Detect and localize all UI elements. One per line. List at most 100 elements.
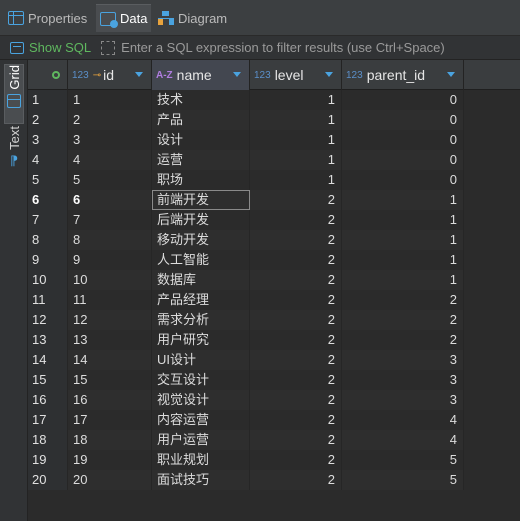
cell-parent-id[interactable]: 0 — [342, 150, 464, 170]
cell-level[interactable]: 2 — [250, 450, 342, 470]
table-row[interactable]: 11 11 产品经理 2 2 — [28, 290, 520, 310]
cell-parent-id[interactable]: 4 — [342, 430, 464, 450]
cell-level[interactable]: 2 — [250, 390, 342, 410]
cell-level[interactable]: 2 — [250, 250, 342, 270]
table-row[interactable]: 16 16 视觉设计 2 3 — [28, 390, 520, 410]
cell-parent-id[interactable]: 0 — [342, 110, 464, 130]
show-sql-button[interactable]: Show SQL — [10, 40, 91, 55]
column-header-parent-id[interactable]: 123 parent_id — [342, 60, 464, 90]
cell-name[interactable]: 后端开发 — [152, 210, 250, 230]
cell-parent-id[interactable]: 2 — [342, 330, 464, 350]
cell-name[interactable]: 产品经理 — [152, 290, 250, 310]
cell-name[interactable]: UI设计 — [152, 350, 250, 370]
sort-arrow-icon[interactable] — [233, 72, 241, 77]
cell-name[interactable]: 人工智能 — [152, 250, 250, 270]
cell-name[interactable]: 数据库 — [152, 270, 250, 290]
cell-level[interactable]: 1 — [250, 130, 342, 150]
row-number[interactable]: 8 — [28, 230, 68, 250]
row-number[interactable]: 18 — [28, 430, 68, 450]
table-row[interactable]: 9 9 人工智能 2 1 — [28, 250, 520, 270]
cell-level[interactable]: 2 — [250, 190, 342, 210]
cell-parent-id[interactable]: 1 — [342, 250, 464, 270]
cell-level[interactable]: 1 — [250, 90, 342, 110]
cell-parent-id[interactable]: 5 — [342, 470, 464, 490]
cell-id[interactable]: 12 — [68, 310, 152, 330]
table-row[interactable]: 17 17 内容运营 2 4 — [28, 410, 520, 430]
tab-data[interactable]: Data — [96, 4, 152, 32]
table-row[interactable]: 15 15 交互设计 2 3 — [28, 370, 520, 390]
cell-name[interactable]: 移动开发 — [152, 230, 250, 250]
row-number[interactable]: 12 — [28, 310, 68, 330]
cell-name[interactable]: 面试技巧 — [152, 470, 250, 490]
table-row[interactable]: 2 2 产品 1 0 — [28, 110, 520, 130]
cell-id[interactable]: 11 — [68, 290, 152, 310]
cell-id[interactable]: 13 — [68, 330, 152, 350]
row-number[interactable]: 10 — [28, 270, 68, 290]
cell-id[interactable]: 2 — [68, 110, 152, 130]
cell-name[interactable]: 设计 — [152, 130, 250, 150]
cell-parent-id[interactable]: 3 — [342, 390, 464, 410]
row-number[interactable]: 13 — [28, 330, 68, 350]
cell-id[interactable]: 10 — [68, 270, 152, 290]
cell-name[interactable]: 用户运营 — [152, 430, 250, 450]
sort-arrow-icon[interactable] — [135, 72, 143, 77]
row-number[interactable]: 4 — [28, 150, 68, 170]
cell-level[interactable]: 1 — [250, 170, 342, 190]
row-number[interactable]: 7 — [28, 210, 68, 230]
cell-id[interactable]: 17 — [68, 410, 152, 430]
column-header-level[interactable]: 123 level — [250, 60, 342, 90]
cell-id[interactable]: 20 — [68, 470, 152, 490]
cell-level[interactable]: 2 — [250, 370, 342, 390]
cell-level[interactable]: 2 — [250, 430, 342, 450]
cell-parent-id[interactable]: 3 — [342, 370, 464, 390]
cell-id[interactable]: 1 — [68, 90, 152, 110]
tab-diagram[interactable]: Diagram — [158, 4, 227, 32]
cell-parent-id[interactable]: 1 — [342, 230, 464, 250]
grid-view-tab[interactable]: Grid — [4, 64, 24, 124]
cell-name[interactable]: 视觉设计 — [152, 390, 250, 410]
cell-id[interactable]: 18 — [68, 430, 152, 450]
table-row[interactable]: 20 20 面试技巧 2 5 — [28, 470, 520, 490]
table-row[interactable]: 19 19 职业规划 2 5 — [28, 450, 520, 470]
cell-id[interactable]: 6 — [68, 190, 152, 210]
cell-parent-id[interactable]: 0 — [342, 90, 464, 110]
cell-level[interactable]: 2 — [250, 290, 342, 310]
cell-parent-id[interactable]: 1 — [342, 210, 464, 230]
cell-id[interactable]: 19 — [68, 450, 152, 470]
table-row[interactable]: 4 4 运营 1 0 — [28, 150, 520, 170]
row-number[interactable]: 5 — [28, 170, 68, 190]
cell-id[interactable]: 5 — [68, 170, 152, 190]
column-header-id[interactable]: 123 ⊸ id — [68, 60, 152, 90]
cell-parent-id[interactable]: 2 — [342, 310, 464, 330]
cell-level[interactable]: 1 — [250, 150, 342, 170]
row-number[interactable]: 20 — [28, 470, 68, 490]
sort-arrow-icon[interactable] — [447, 72, 455, 77]
cell-name[interactable]: 用户研究 — [152, 330, 250, 350]
table-row[interactable]: 5 5 职场 1 0 — [28, 170, 520, 190]
cell-name[interactable]: 技术 — [152, 90, 250, 110]
table-row[interactable]: 14 14 UI设计 2 3 — [28, 350, 520, 370]
cell-parent-id[interactable]: 0 — [342, 170, 464, 190]
cell-name[interactable]: 内容运营 — [152, 410, 250, 430]
select-all-corner[interactable] — [28, 60, 68, 90]
cell-level[interactable]: 2 — [250, 350, 342, 370]
cell-id[interactable]: 14 — [68, 350, 152, 370]
cell-level[interactable]: 2 — [250, 410, 342, 430]
cell-parent-id[interactable]: 3 — [342, 350, 464, 370]
cell-level[interactable]: 2 — [250, 310, 342, 330]
row-number[interactable]: 11 — [28, 290, 68, 310]
cell-name[interactable]: 产品 — [152, 110, 250, 130]
row-number[interactable]: 16 — [28, 390, 68, 410]
cell-id[interactable]: 3 — [68, 130, 152, 150]
cell-parent-id[interactable]: 1 — [342, 270, 464, 290]
column-header-name[interactable]: A-Z name — [152, 60, 250, 90]
row-number[interactable]: 3 — [28, 130, 68, 150]
cell-name[interactable]: 交互设计 — [152, 370, 250, 390]
row-number[interactable]: 2 — [28, 110, 68, 130]
cell-parent-id[interactable]: 0 — [342, 130, 464, 150]
cell-parent-id[interactable]: 2 — [342, 290, 464, 310]
text-view-tab[interactable]: Text ⁋ — [4, 126, 24, 188]
cell-id[interactable]: 4 — [68, 150, 152, 170]
table-row[interactable]: 1 1 技术 1 0 — [28, 90, 520, 110]
table-row[interactable]: 12 12 需求分析 2 2 — [28, 310, 520, 330]
